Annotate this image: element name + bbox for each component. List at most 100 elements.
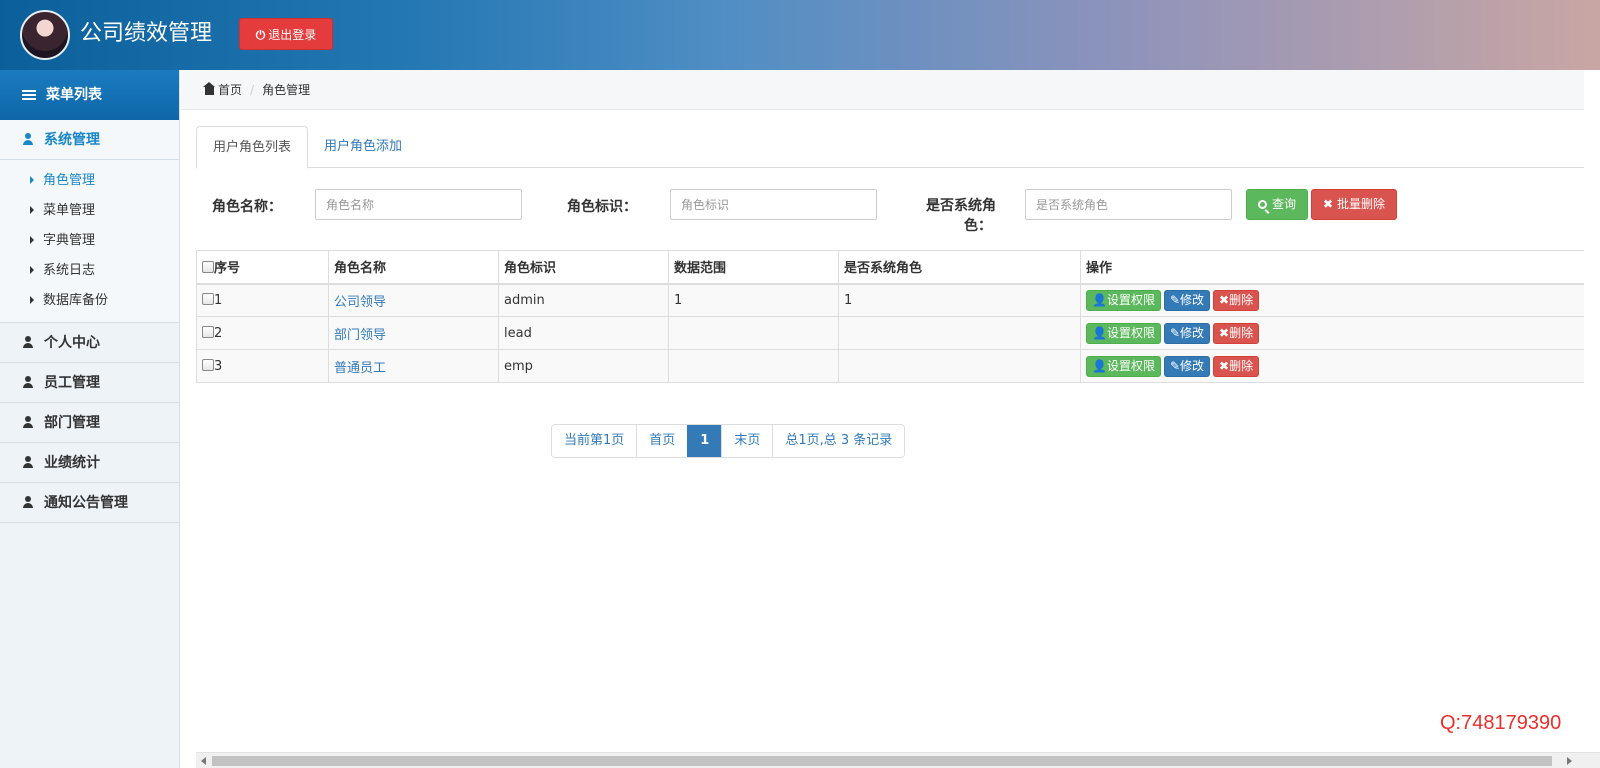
cell-role-name: 普通员工	[328, 349, 499, 383]
delete-label: 删除	[1229, 325, 1254, 340]
scroll-left-icon[interactable]	[201, 757, 206, 765]
edit-label: 修改	[1180, 292, 1205, 307]
tab-role-add[interactable]: 用户角色添加	[308, 126, 418, 168]
close-icon: ✖	[1219, 358, 1230, 373]
close-icon: ✖	[1219, 325, 1230, 340]
tab-bar: 用户角色列表 用户角色添加	[196, 126, 1585, 169]
vertical-scrollbar[interactable]	[1584, 70, 1600, 752]
set-permission-button[interactable]: 👤设置权限	[1086, 355, 1161, 377]
role-name-input[interactable]	[315, 189, 522, 220]
query-button[interactable]: 查询	[1246, 189, 1308, 220]
query-label: 查询	[1271, 197, 1296, 211]
logout-button[interactable]: ⏻ 退出登录	[239, 18, 333, 50]
pagination-last[interactable]: 末页	[721, 425, 773, 457]
menu-title: 菜单列表	[46, 87, 102, 103]
delete-button[interactable]: ✖删除	[1213, 289, 1260, 311]
breadcrumb-separator: /	[250, 83, 255, 97]
sidebar-group-label: 系统管理	[44, 132, 100, 148]
pagination-first[interactable]: 首页	[636, 425, 688, 457]
set-permission-label: 设置权限	[1106, 325, 1155, 340]
sidebar-group-personal[interactable]: 个人中心	[0, 323, 179, 363]
col-role-key: 角色标识	[498, 250, 669, 285]
pagination-current-text: 当前第1页	[552, 425, 637, 457]
edit-button[interactable]: ✎修改	[1163, 289, 1211, 311]
pencil-icon: ✎	[1169, 325, 1181, 340]
sidebar-item-menu[interactable]: 菜单管理	[0, 196, 179, 226]
tab-role-list[interactable]: 用户角色列表	[196, 126, 309, 169]
sidebar-group-label: 部门管理	[44, 415, 100, 431]
cell-is-system	[838, 316, 1081, 350]
close-icon: ✖	[1322, 197, 1334, 211]
sidebar-item-log[interactable]: 系统日志	[0, 256, 179, 286]
role-key-label: 角色标识：	[567, 199, 637, 215]
cell-actions: 👤设置权限 ✎修改 ✖删除	[1080, 349, 1585, 383]
set-permission-button[interactable]: 👤设置权限	[1086, 322, 1161, 344]
set-permission-button[interactable]: 👤设置权限	[1086, 289, 1161, 311]
batch-delete-label: 批量删除	[1337, 197, 1386, 211]
role-key-input[interactable]	[670, 189, 877, 220]
col-role-name: 角色名称	[328, 250, 499, 285]
app-title: 公司绩效管理	[80, 21, 213, 46]
is-system-input[interactable]	[1025, 189, 1232, 220]
sidebar-item-dict[interactable]: 字典管理	[0, 226, 179, 256]
caret-right-icon	[30, 206, 34, 214]
row-checkbox[interactable]	[202, 358, 214, 371]
cell-index: 3	[196, 349, 329, 383]
cell-role-name: 部门领导	[328, 316, 499, 350]
delete-label: 删除	[1229, 292, 1254, 307]
system-submenu: 角色管理 菜单管理 字典管理 系统日志 数据库备份	[0, 160, 179, 323]
cell-data-scope	[668, 316, 839, 350]
row-checkbox[interactable]	[202, 325, 214, 338]
is-system-label: 是否系统角 色：	[918, 196, 996, 236]
scroll-right-icon[interactable]	[1567, 757, 1572, 765]
cell-actions: 👤设置权限 ✎修改 ✖删除	[1080, 283, 1585, 317]
sidebar-item-label: 字典管理	[43, 233, 96, 248]
cell-is-system: 1	[838, 283, 1081, 317]
pagination-page[interactable]: 1	[687, 425, 722, 457]
role-name-link[interactable]: 部门领导	[334, 328, 386, 343]
logout-label: 退出登录	[268, 28, 317, 42]
sidebar-group-department[interactable]: 部门管理	[0, 403, 179, 443]
sidebar-item-backup[interactable]: 数据库备份	[0, 286, 179, 316]
pagination-summary: 总1页,总 3 条记录	[772, 425, 905, 457]
row-checkbox[interactable]	[202, 292, 214, 305]
edit-button[interactable]: ✎修改	[1163, 322, 1211, 344]
table-row: 2 部门领导 lead 👤设置权限 ✎修改 ✖删除	[196, 316, 1585, 350]
sidebar-item-label: 菜单管理	[43, 203, 96, 218]
row-index: 3	[214, 358, 223, 374]
power-icon: ⏻	[255, 28, 266, 42]
delete-button[interactable]: ✖删除	[1213, 322, 1260, 344]
user-icon	[22, 496, 34, 508]
user-icon: 👤	[1092, 358, 1107, 373]
sidebar-group-system[interactable]: 系统管理	[0, 120, 179, 160]
breadcrumb-home[interactable]: 首页	[218, 83, 242, 97]
role-name-link[interactable]: 公司领导	[334, 295, 386, 310]
edit-button[interactable]: ✎修改	[1163, 355, 1211, 377]
sidebar-item-label: 角色管理	[43, 173, 96, 188]
sidebar-group-label: 通知公告管理	[44, 495, 128, 511]
cell-is-system	[838, 349, 1081, 383]
sidebar-item-role[interactable]: 角色管理	[0, 166, 179, 196]
batch-delete-button[interactable]: ✖ 批量删除	[1311, 189, 1397, 220]
sidebar-group-label: 业绩统计	[44, 455, 100, 471]
select-all-checkbox[interactable]	[202, 261, 214, 274]
cell-actions: 👤设置权限 ✎修改 ✖删除	[1080, 316, 1585, 350]
cell-role-key: admin	[498, 283, 669, 317]
delete-button[interactable]: ✖删除	[1213, 355, 1260, 377]
horizontal-scrollbar[interactable]	[196, 752, 1600, 768]
sidebar-group-performance[interactable]: 业绩统计	[0, 443, 179, 483]
sidebar-group-notice[interactable]: 通知公告管理	[0, 483, 179, 523]
delete-label: 删除	[1229, 358, 1254, 373]
scrollbar-thumb[interactable]	[212, 756, 1552, 766]
table-row: 1 公司领导 admin 1 1 👤设置权限 ✎修改 ✖删除	[196, 283, 1585, 317]
cell-role-key: lead	[498, 316, 669, 350]
home-icon	[203, 82, 215, 95]
user-icon	[22, 416, 34, 428]
col-is-system: 是否系统角色	[838, 250, 1081, 285]
col-index-label: 序号	[214, 261, 241, 277]
sidebar-menu-header: 菜单列表	[0, 70, 179, 120]
role-name-link[interactable]: 普通员工	[334, 361, 386, 376]
role-table: 序号 角色名称 角色标识 数据范围 是否系统角色 操作 1 公司领导 admin…	[196, 250, 1585, 383]
sidebar-group-employee[interactable]: 员工管理	[0, 363, 179, 403]
table-row: 3 普通员工 emp 👤设置权限 ✎修改 ✖删除	[196, 349, 1585, 383]
